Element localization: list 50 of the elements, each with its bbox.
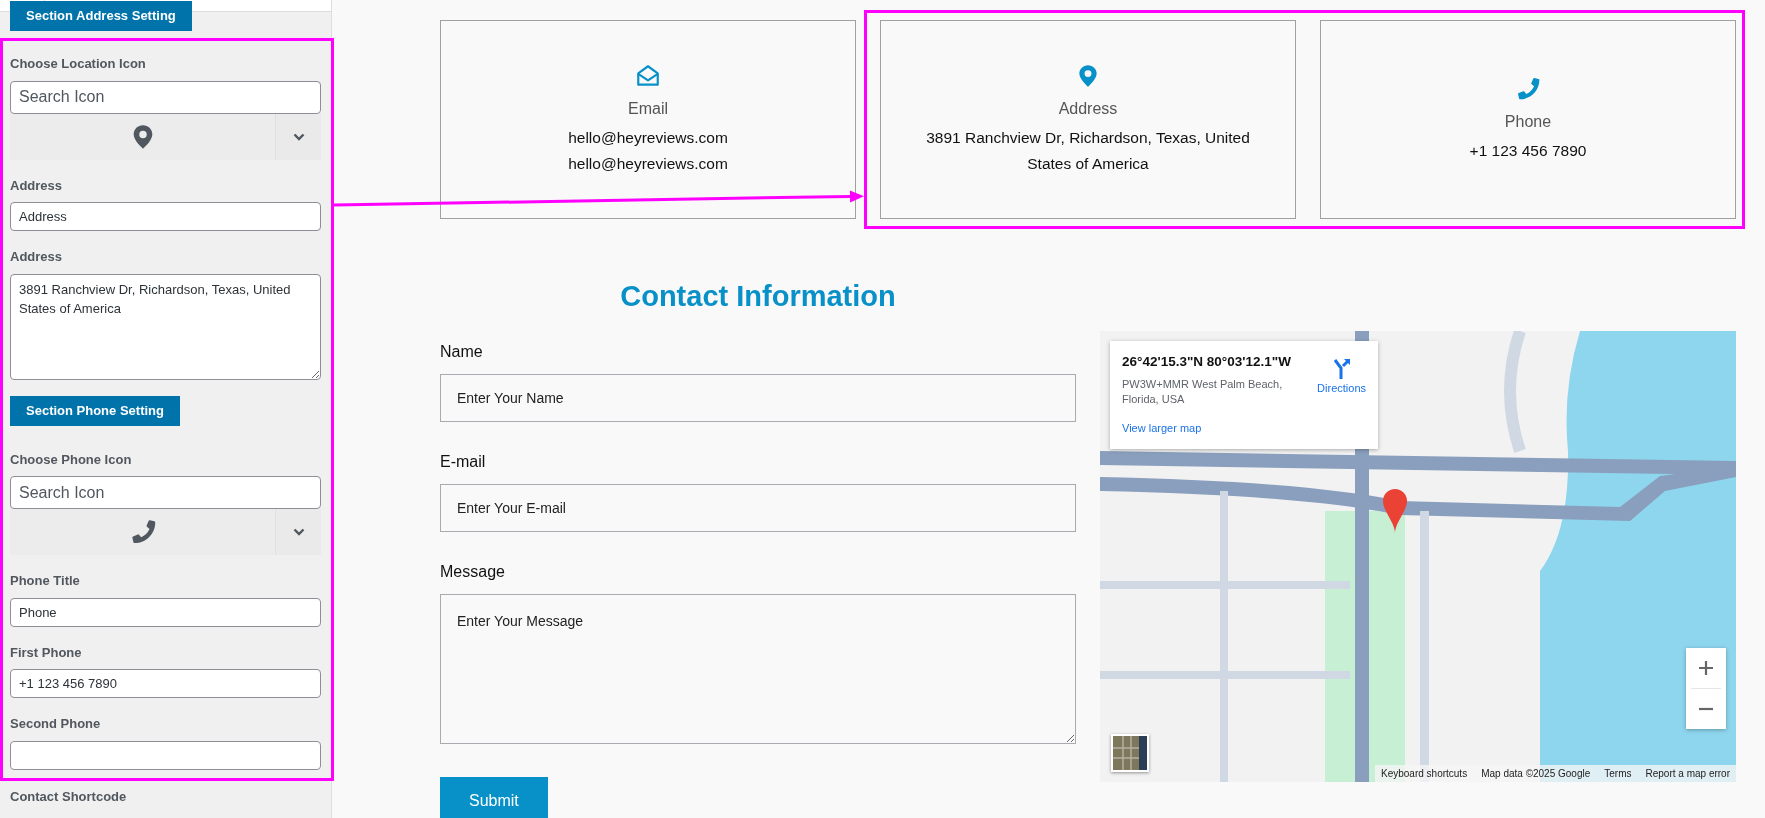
field-label: Choose Location Icon [10,55,147,73]
directions-icon [1331,358,1352,380]
attribution-link[interactable]: Report a map error [1645,766,1730,781]
attribution-link[interactable]: Terms [1604,766,1632,781]
card-title: Phone [1504,111,1552,132]
field-label: Phone Title [10,572,81,590]
section-button[interactable]: Section Address Setting [10,1,192,31]
text-field[interactable] [10,740,321,770]
section-button[interactable]: Section Phone Setting [10,395,180,426]
field-label: Choose Phone Icon [10,450,133,469]
field-label: E-mail [440,451,487,472]
input-field[interactable]: Enter Your E-mail [440,483,1076,532]
text-field[interactable]: Phone [10,597,321,627]
section-label: Contact Shortcode [9,787,128,806]
card-text: +1 123 456 7890 [1468,140,1588,161]
card-title: Email [628,98,668,119]
phone-icon [1515,75,1541,102]
card-title: Address [1058,98,1118,119]
search-field[interactable]: Search Icon [10,80,321,114]
field-label: Name [440,341,484,362]
satellite-thumbnail-icon [1113,736,1147,770]
attribution-link[interactable]: Keyboard shortcuts [1381,766,1468,781]
card-text: 3891 Ranchview Dr, Richardson, Texas, United States of America [925,127,1251,174]
form-title: Contact Information [619,279,897,314]
chevron-down-icon [292,132,305,141]
card-text: hello@heyreviews.com [567,127,729,148]
satellite-view-button[interactable] [1111,734,1149,772]
search-field[interactable]: Search Icon [10,476,321,509]
address-text: PW3W+MMR West Palm Beach, Florida, USA [1122,377,1284,408]
envelope-icon [635,62,661,89]
card-text: hello@heyreviews.com [567,153,729,174]
plus-icon [1698,660,1714,676]
larger-map-link[interactable]: View larger map [1122,420,1202,437]
field-label: Message [440,561,506,582]
field-label: First Phone [10,643,83,662]
chevron-down-icon [292,528,305,536]
field-label: Address [10,248,64,266]
minus-icon [1698,707,1714,711]
field-label: Address [10,176,64,195]
text-area[interactable]: 3891 Ranchview Dr, Richardson, Texas, United States of America [10,273,321,380]
submit-button[interactable]: Submit [440,776,548,818]
zoom-in-button[interactable] [1686,648,1726,688]
coordinates-text: 26°42'15.3"N 80°03'12.1"W [1122,353,1292,371]
text-field[interactable]: Address [10,202,321,231]
field-label: Second Phone [10,715,102,733]
directions-link[interactable]: Directions [1317,358,1366,440]
text-area[interactable]: Enter Your Message [440,593,1076,744]
input-field[interactable]: Enter Your Name [440,373,1076,422]
attribution-link[interactable]: Map data ©2025 Google [1481,766,1591,781]
text-field[interactable]: +1 123 456 7890 [10,669,321,698]
